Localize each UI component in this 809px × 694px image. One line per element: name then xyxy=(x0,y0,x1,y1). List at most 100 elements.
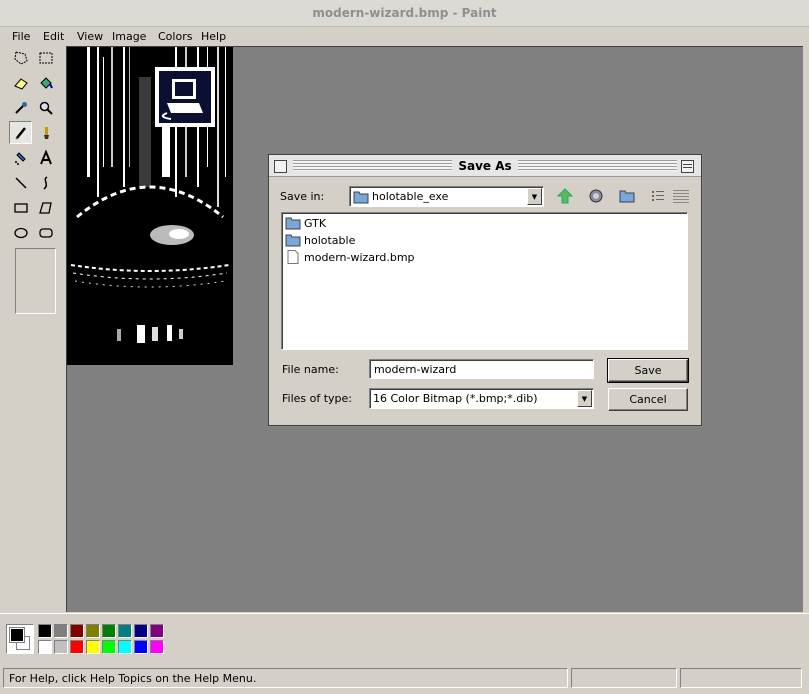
new-folder-button[interactable] xyxy=(616,185,638,207)
file-type-dropdown[interactable]: 16 Color Bitmap (*.bmp;*.dib) ▼ xyxy=(369,388,594,409)
list-view-button[interactable] xyxy=(647,185,669,207)
curve-icon xyxy=(42,175,47,190)
bitmap-canvas[interactable] xyxy=(67,47,233,365)
file-name: modern-wizard.bmp xyxy=(304,250,415,264)
brush-tool[interactable] xyxy=(34,121,57,144)
palette-color-swatch[interactable] xyxy=(102,624,116,638)
wizard-bitmap-image xyxy=(67,47,233,365)
chevron-down-icon[interactable]: ▼ xyxy=(527,188,542,205)
rectangle-tool[interactable] xyxy=(9,196,32,219)
save-in-dropdown[interactable]: holotable_exe ▼ xyxy=(349,186,544,207)
title-bar: modern-wizard.bmp - Paint xyxy=(0,0,809,27)
menu-file[interactable]: File xyxy=(12,30,30,43)
color-picker-icon xyxy=(14,101,27,114)
palette-color-swatch[interactable] xyxy=(118,640,132,654)
toolbox xyxy=(6,46,64,612)
desktop-icon xyxy=(589,189,603,203)
rectangle-select-tool[interactable] xyxy=(34,46,57,69)
window-edge xyxy=(803,46,809,612)
palette-color-swatch[interactable] xyxy=(54,624,68,638)
palette-color-swatch[interactable] xyxy=(38,640,52,654)
cancel-button-label: Cancel xyxy=(629,393,667,406)
airbrush-tool[interactable] xyxy=(9,146,32,169)
ellipse-tool[interactable] xyxy=(9,221,32,244)
palette-color-swatch[interactable] xyxy=(134,624,148,638)
save-in-value: holotable_exe xyxy=(372,190,449,203)
palette-color-swatch[interactable] xyxy=(150,624,164,638)
pencil-tool[interactable] xyxy=(9,121,32,144)
file-list-item[interactable]: GTK xyxy=(285,215,326,231)
free-form-select-tool[interactable] xyxy=(9,46,32,69)
list-view-icon xyxy=(652,191,664,201)
folder-icon xyxy=(353,191,369,203)
polygon-tool[interactable] xyxy=(34,196,57,219)
palette-color-swatch[interactable] xyxy=(118,624,132,638)
magnifier-icon xyxy=(39,101,53,115)
menu-image[interactable]: Image xyxy=(112,30,146,43)
text-tool[interactable] xyxy=(34,146,57,169)
ellipse-icon xyxy=(13,227,28,238)
save-button-label: Save xyxy=(634,364,662,377)
desktop-button[interactable] xyxy=(585,185,607,207)
palette-color-swatch[interactable] xyxy=(134,640,148,654)
palette-color-swatch[interactable] xyxy=(86,624,100,638)
folder-icon xyxy=(285,234,301,247)
airbrush-icon xyxy=(14,151,26,165)
palette-color-swatch[interactable] xyxy=(150,640,164,654)
file-name: GTK xyxy=(304,216,327,230)
palette-color-swatch[interactable] xyxy=(38,624,52,638)
fill-tool[interactable] xyxy=(34,71,57,94)
text-icon xyxy=(39,149,52,164)
palette-color-swatch[interactable] xyxy=(86,640,100,654)
pencil-icon xyxy=(14,126,26,140)
status-message: For Help, click Help Topics on the Help … xyxy=(9,672,257,685)
arrow-up-icon xyxy=(557,188,573,204)
color-picker-tool[interactable] xyxy=(9,96,32,119)
eraser-tool[interactable] xyxy=(9,71,32,94)
cancel-button[interactable]: Cancel xyxy=(608,388,688,411)
current-colors[interactable] xyxy=(6,624,34,654)
magnifier-tool[interactable] xyxy=(34,96,57,119)
folder-icon xyxy=(285,217,301,230)
dialog-title-bar[interactable]: Save As xyxy=(269,155,701,177)
file-name-value: modern-wizard xyxy=(374,362,457,376)
brush-icon xyxy=(43,126,49,139)
tool-options-box[interactable] xyxy=(15,248,56,314)
save-in-label: Save in: xyxy=(280,190,325,203)
rectangle-icon xyxy=(13,202,28,213)
file-name-input[interactable]: modern-wizard xyxy=(369,359,594,379)
save-as-dialog: Save As Save in: holotable_exe ▼ GTK hol… xyxy=(268,154,702,426)
dialog-title: Save As xyxy=(452,159,518,173)
dialog-zoom-box[interactable] xyxy=(681,160,694,173)
foreground-color-swatch xyxy=(9,627,25,643)
palette-color-swatch[interactable] xyxy=(102,640,116,654)
details-view-icon xyxy=(673,190,689,203)
file-list[interactable]: GTK holotable modern-wizard.bmp xyxy=(281,212,688,350)
status-bar: For Help, click Help Topics on the Help … xyxy=(0,666,809,694)
rounded-rectangle-icon xyxy=(38,227,53,238)
file-type-label: Files of type: xyxy=(282,392,353,405)
up-folder-button[interactable] xyxy=(554,185,576,207)
palette-color-swatch[interactable] xyxy=(70,624,84,638)
file-list-item[interactable]: modern-wizard.bmp xyxy=(285,249,415,265)
line-icon xyxy=(14,176,27,189)
menu-view[interactable]: View xyxy=(77,30,103,43)
rectangle-select-icon xyxy=(39,52,52,63)
menu-help[interactable]: Help xyxy=(201,30,226,43)
palette-color-swatch[interactable] xyxy=(70,640,84,654)
rounded-rectangle-tool[interactable] xyxy=(34,221,57,244)
file-list-item[interactable]: holotable xyxy=(285,232,355,248)
details-view-button[interactable] xyxy=(670,185,692,207)
save-button[interactable]: Save xyxy=(607,358,689,383)
document-icon xyxy=(287,250,299,264)
line-tool[interactable] xyxy=(9,171,32,194)
palette-color-swatch[interactable] xyxy=(54,640,68,654)
eraser-icon xyxy=(13,77,28,90)
curve-tool[interactable] xyxy=(34,171,57,194)
polygon-icon xyxy=(38,201,52,214)
menu-edit[interactable]: Edit xyxy=(43,30,64,43)
menu-colors[interactable]: Colors xyxy=(158,30,192,43)
status-size-cell xyxy=(680,668,802,688)
new-folder-icon xyxy=(619,190,635,203)
chevron-down-icon[interactable]: ▼ xyxy=(577,390,592,407)
